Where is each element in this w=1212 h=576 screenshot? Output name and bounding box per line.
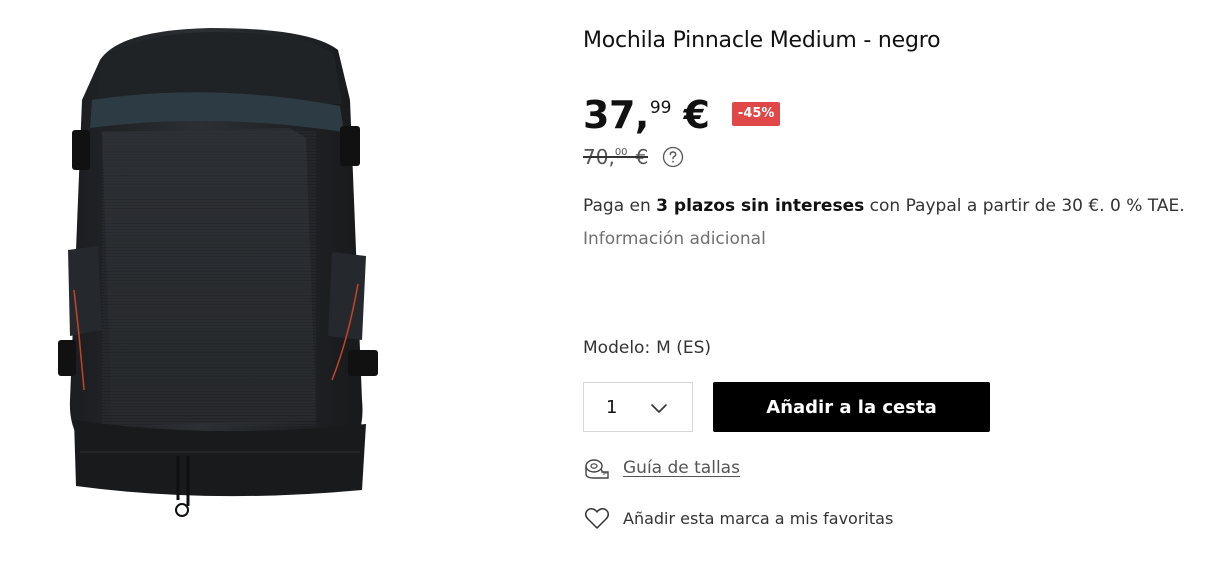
measuring-tape-icon [583, 454, 611, 482]
model-value: M (ES) [656, 338, 712, 358]
favorite-brand[interactable]: Añadir esta marca a mis favoritas [583, 504, 893, 532]
size-guide[interactable]: Guía de tallas [583, 454, 740, 482]
question-circle-icon[interactable] [662, 146, 684, 168]
paypal-suffix: con Paypal a partir de 30 €. 0 % TAE. [869, 196, 1185, 216]
price-decimals: 99 [649, 98, 672, 118]
discount-badge: -45% [731, 102, 781, 126]
old-price-row: 70, 00 € [583, 144, 684, 170]
add-to-cart-button[interactable]: Añadir a la cesta [713, 382, 990, 432]
size-guide-link[interactable]: Guía de tallas [623, 458, 740, 478]
paypal-bold: 3 plazos sin intereses [656, 196, 865, 216]
favorite-brand-label[interactable]: Añadir esta marca a mis favoritas [623, 509, 893, 528]
chevron-down-icon [650, 400, 668, 419]
old-price-currency: € [635, 145, 649, 169]
quantity-select[interactable]: 1 [583, 382, 693, 432]
old-price-decimals: 00 [614, 147, 628, 158]
additional-info-link[interactable]: Información adicional [583, 227, 766, 251]
price-currency: € [683, 93, 710, 137]
product-image [58, 28, 378, 517]
paypal-prefix: Paga en [583, 196, 651, 216]
model-row: Modelo: M (ES) [583, 336, 711, 360]
quantity-value: 1 [606, 396, 618, 418]
old-price: 70, 00 € [583, 144, 649, 170]
model-label: Modelo: [583, 338, 651, 358]
price-integer: 37, [583, 93, 649, 137]
paypal-installments: Paga en 3 plazos sin intereses con Paypa… [583, 194, 1185, 218]
product-title: Mochila Pinnacle Medium - negro [583, 28, 941, 53]
current-price: 37, 99 € -45% [583, 92, 781, 138]
heart-outline-icon[interactable] [583, 504, 611, 532]
old-price-integer: 70, [583, 145, 615, 169]
